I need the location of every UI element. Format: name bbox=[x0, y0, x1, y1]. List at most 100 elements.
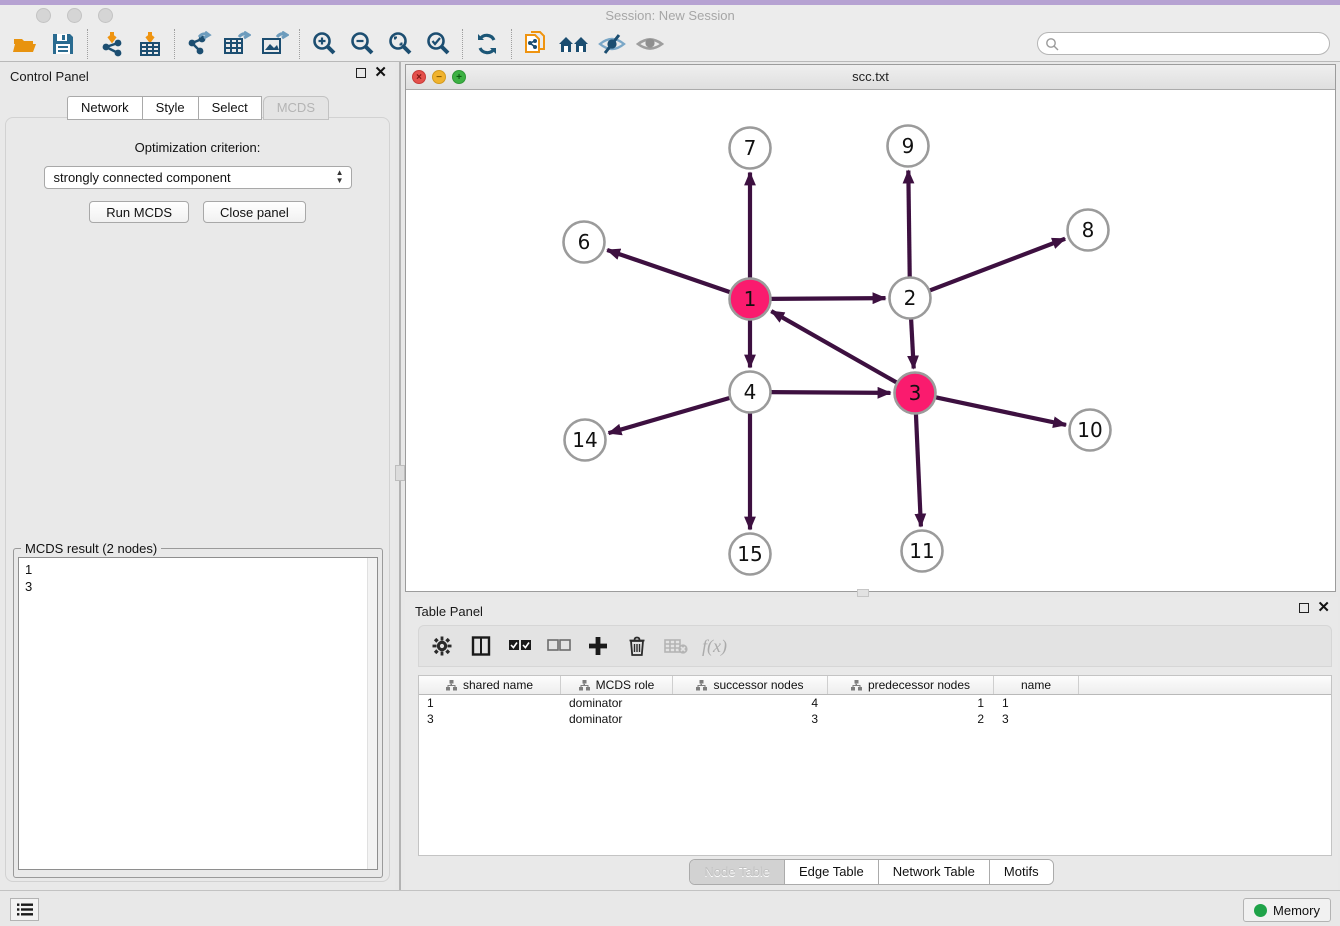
hierarchy-icon bbox=[446, 680, 457, 691]
select-all-checkboxes-button[interactable] bbox=[507, 633, 533, 659]
control-panel-title: Control Panel bbox=[10, 69, 89, 84]
toolbar-separator bbox=[174, 29, 175, 59]
close-table-panel-icon[interactable]: ✕ bbox=[1317, 603, 1330, 613]
run-mcds-button[interactable]: Run MCDS bbox=[89, 201, 189, 223]
table-cell[interactable]: 4 bbox=[673, 695, 828, 711]
import-table-button[interactable] bbox=[131, 29, 169, 59]
table-cell[interactable]: 3 bbox=[673, 711, 828, 727]
graph-node-label-2: 2 bbox=[904, 286, 917, 310]
deselect-all-checkboxes-button[interactable] bbox=[546, 633, 572, 659]
edge-1-6[interactable] bbox=[607, 250, 730, 292]
edge-2-3[interactable] bbox=[911, 318, 914, 368]
table-cell[interactable]: dominator bbox=[561, 695, 673, 711]
horizontal-splitter-grip[interactable] bbox=[857, 589, 869, 597]
column-header-predecessor-nodes[interactable]: predecessor nodes bbox=[828, 676, 994, 694]
search-field[interactable] bbox=[1037, 32, 1330, 55]
tab-node-table[interactable]: Node Table bbox=[690, 860, 785, 884]
zoom-out-button[interactable] bbox=[343, 29, 381, 59]
save-session-button[interactable] bbox=[44, 29, 82, 59]
add-column-button[interactable] bbox=[585, 633, 611, 659]
edge-4-3[interactable] bbox=[770, 392, 890, 393]
memory-button-label: Memory bbox=[1273, 903, 1320, 918]
table-cell[interactable]: 1 bbox=[828, 695, 994, 711]
tab-motifs[interactable]: Motifs bbox=[990, 860, 1053, 884]
tab-edge-table[interactable]: Edge Table bbox=[785, 860, 879, 884]
tab-style[interactable]: Style bbox=[142, 96, 199, 120]
delete-column-button[interactable] bbox=[624, 633, 650, 659]
result-scrollbar[interactable] bbox=[367, 558, 377, 869]
vertical-splitter-grip[interactable] bbox=[395, 465, 405, 481]
memory-button[interactable]: Memory bbox=[1243, 898, 1331, 922]
table-cell[interactable]: 3 bbox=[994, 711, 1079, 727]
graph-node-label-1: 1 bbox=[744, 287, 757, 311]
titlebar[interactable]: Session: New Session bbox=[0, 5, 1340, 27]
table-row[interactable]: 3dominator323 bbox=[419, 711, 1331, 727]
table-cell[interactable]: 3 bbox=[419, 711, 561, 727]
hide-graphics-button[interactable] bbox=[593, 29, 631, 59]
graph-node-label-14: 14 bbox=[572, 428, 597, 452]
function-builder-button[interactable]: f(x) bbox=[702, 636, 727, 657]
edge-1-2[interactable] bbox=[770, 298, 885, 299]
column-visibility-button[interactable] bbox=[468, 633, 494, 659]
toolbar-separator bbox=[462, 29, 463, 59]
window-title: Session: New Session bbox=[0, 8, 1340, 23]
first-neighbors-button[interactable] bbox=[555, 29, 593, 59]
table-cell[interactable]: 2 bbox=[828, 711, 994, 727]
zoom-selected-icon bbox=[425, 31, 451, 57]
edge-4-14[interactable] bbox=[609, 398, 731, 433]
refresh-button[interactable] bbox=[468, 29, 506, 59]
application-window: Session: New Session bbox=[0, 0, 1340, 926]
panel-list-button[interactable] bbox=[10, 898, 39, 921]
tab-network[interactable]: Network bbox=[67, 96, 143, 120]
unchecked-boxes-icon bbox=[547, 639, 571, 653]
float-table-panel-icon[interactable] bbox=[1299, 603, 1309, 613]
close-panel-icon[interactable]: ✕ bbox=[374, 68, 387, 78]
zoom-fit-button[interactable] bbox=[381, 29, 419, 59]
network-canvas[interactable]: 7968124314101511 bbox=[406, 90, 1335, 591]
import-network-button[interactable] bbox=[93, 29, 131, 59]
float-panel-icon[interactable] bbox=[356, 68, 366, 78]
table-cell[interactable]: dominator bbox=[561, 711, 673, 727]
tab-network-table[interactable]: Network Table bbox=[879, 860, 990, 884]
import-table-icon bbox=[137, 31, 163, 57]
edge-3-1[interactable] bbox=[771, 311, 897, 383]
graph-node-label-6: 6 bbox=[578, 230, 591, 254]
edge-2-9[interactable] bbox=[908, 170, 909, 277]
mcds-result-textarea[interactable]: 1 3 bbox=[18, 557, 378, 870]
edge-2-8[interactable] bbox=[929, 239, 1065, 291]
open-file-button[interactable] bbox=[6, 29, 44, 59]
table-toolbar: f(x) bbox=[418, 625, 1332, 667]
export-table-button[interactable] bbox=[218, 29, 256, 59]
save-icon bbox=[51, 32, 75, 56]
toolbar-separator bbox=[511, 29, 512, 59]
hierarchy-icon bbox=[696, 680, 707, 691]
memory-status-icon bbox=[1254, 904, 1267, 917]
show-graphics-button[interactable] bbox=[631, 29, 669, 59]
zoom-selected-button[interactable] bbox=[419, 29, 457, 59]
mcds-result-line: 3 bbox=[25, 578, 377, 595]
table-row[interactable]: 1dominator411 bbox=[419, 695, 1331, 711]
network-window-titlebar[interactable]: × − + scc.txt bbox=[406, 65, 1335, 90]
close-panel-button[interactable]: Close panel bbox=[203, 201, 306, 223]
tab-select[interactable]: Select bbox=[198, 96, 262, 120]
column-header-shared-name[interactable]: shared name bbox=[419, 676, 561, 694]
zoom-in-button[interactable] bbox=[305, 29, 343, 59]
delete-table-button[interactable] bbox=[663, 633, 689, 659]
export-network-button[interactable] bbox=[180, 29, 218, 59]
edge-3-10[interactable] bbox=[935, 397, 1066, 425]
columns-icon bbox=[471, 636, 491, 656]
table-settings-button[interactable] bbox=[429, 633, 455, 659]
control-panel: Control Panel ✕ Network Style Select MCD… bbox=[0, 62, 395, 890]
export-image-button[interactable] bbox=[256, 29, 294, 59]
table-cell[interactable]: 1 bbox=[994, 695, 1079, 711]
edge-3-11[interactable] bbox=[916, 413, 921, 526]
column-header-successor-nodes[interactable]: successor nodes bbox=[673, 676, 828, 694]
table-cell[interactable]: 1 bbox=[419, 695, 561, 711]
copy-network-button[interactable] bbox=[517, 29, 555, 59]
network-graph: 7968124314101511 bbox=[406, 90, 1335, 591]
criterion-dropdown[interactable]: strongly connected component ▲▼ bbox=[44, 166, 352, 189]
control-panel-header: Control Panel ✕ bbox=[0, 62, 395, 90]
tab-mcds[interactable]: MCDS bbox=[263, 96, 329, 120]
column-header-name[interactable]: name bbox=[994, 676, 1079, 694]
column-header-mcds-role[interactable]: MCDS role bbox=[561, 676, 673, 694]
